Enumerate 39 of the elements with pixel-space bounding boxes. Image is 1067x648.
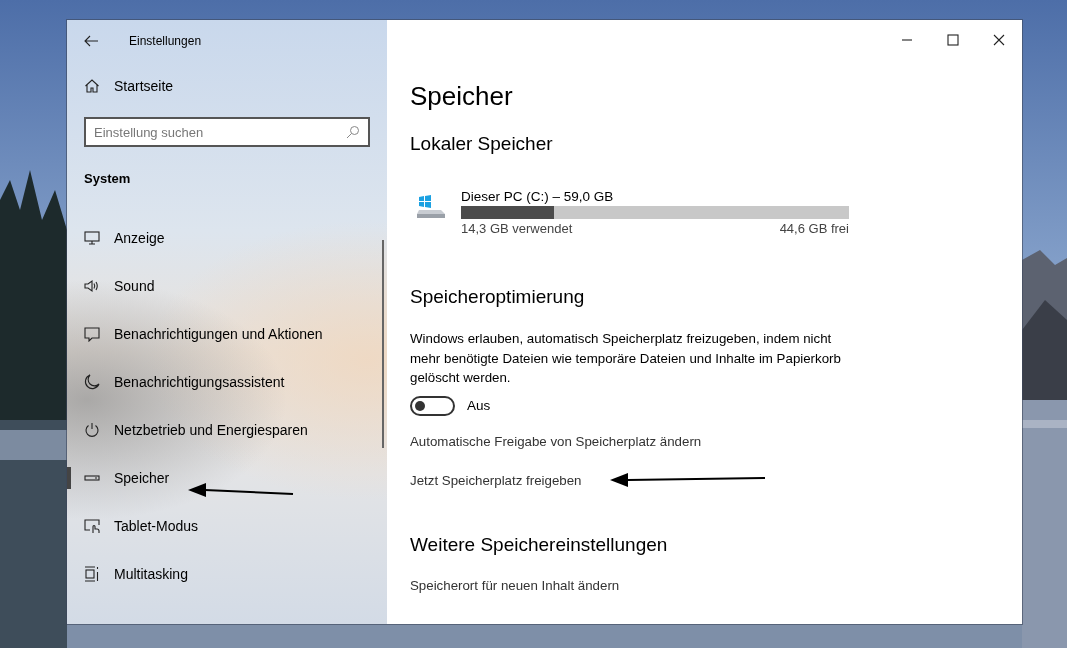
link[interactable]: Automatische Freigabe von Speicherplatz ändern (410, 431, 702, 452)
link[interactable]: Jetzt Speicherplatz freigeben (410, 470, 582, 491)
search-field[interactable]: Einstellung suchen (84, 117, 370, 147)
close-icon (993, 34, 1005, 46)
nav-item[interactable]: Benachrichtigungsassistent (67, 358, 387, 406)
back-button[interactable] (83, 33, 99, 49)
scrollbar[interactable] (382, 240, 384, 448)
page-title: Speicher (410, 80, 514, 113)
moon-icon (84, 374, 100, 390)
maximize-icon (947, 34, 959, 46)
window-title: Einstellungen (129, 34, 202, 48)
section-heading: Speicheroptimierung (410, 285, 586, 309)
selection-bar (67, 467, 71, 489)
nav-item[interactable]: Multitasking (67, 550, 387, 598)
tablet-icon (84, 518, 100, 534)
home-icon (84, 78, 100, 94)
link[interactable]: Speicherort für neuen Inhalt ändern (410, 575, 620, 596)
nav-item[interactable]: Anzeige (67, 214, 387, 262)
message-icon (84, 326, 100, 342)
nav-item[interactable]: Benachrichtigungen und Aktionen (67, 310, 387, 358)
speaker-icon (84, 278, 100, 294)
nav-item[interactable]: Speicher (67, 454, 387, 502)
nav-item[interactable]: Sound (67, 262, 387, 310)
section-heading: System (84, 170, 132, 188)
drive-name: Dieser PC (C:) – 59,0 GB (461, 188, 615, 206)
nav-item[interactable]: Tablet-Modus (67, 502, 387, 550)
toggle-label: Aus (467, 398, 491, 413)
search-icon (346, 125, 360, 139)
multitask-icon (84, 566, 100, 582)
nav-item[interactable]: Netzbetrieb und Energiesparen (67, 406, 387, 454)
free-space: 44,6 GB frei (779, 220, 849, 238)
monitor-icon (84, 230, 100, 246)
used-space: 14,3 GB verwendet (461, 220, 573, 238)
home-item[interactable]: Startseite (67, 62, 387, 110)
description: Windows erlauben, automatisch Speicherplatz freizugeben, indem nicht mehr benötigte Dateien wie temporäre Dateien und Inhalte im Papierkorb gelöscht werden. (410, 330, 842, 387)
toggle-switch[interactable] (410, 395, 455, 416)
power-icon (84, 422, 100, 438)
section-heading: Weitere Speichereinstellungen (410, 532, 669, 557)
section-heading: Lokaler Speicher (410, 132, 554, 156)
